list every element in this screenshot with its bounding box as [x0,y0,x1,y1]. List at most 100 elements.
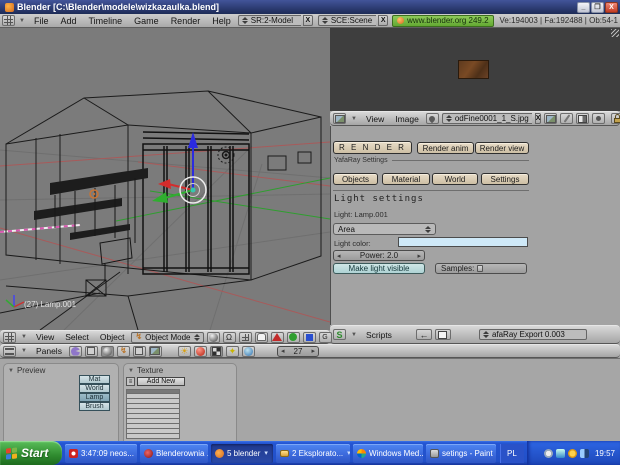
sub-radiosity-button[interactable]: ✦ [226,346,239,357]
header-collapse-icon[interactable]: ▼ [17,18,27,24]
new-window-button[interactable] [435,329,451,340]
image-close-button[interactable]: X [535,113,542,124]
restore-button[interactable]: ❐ [591,2,604,13]
sub-lamp-button[interactable]: ☀ [178,346,191,357]
light-type-dropdown[interactable]: Area [333,223,436,235]
3d-viewport-canvas[interactable] [0,28,330,330]
task-media-player[interactable]: Windows Med... [353,444,423,463]
pivot-dropdown[interactable]: Ω [223,332,236,343]
menu-view[interactable]: View [362,114,388,124]
render-button[interactable]: R E N D E R [333,141,412,154]
language-indicator[interactable]: PL [500,444,524,463]
slider-knob[interactable] [477,265,483,272]
area-resize-widget[interactable] [611,29,619,37]
menu-render[interactable]: Render [166,16,206,26]
editor-type-button[interactable] [3,346,16,357]
close-button[interactable]: X [605,2,618,13]
rotate-manipulator-button[interactable] [287,332,300,343]
tab-material[interactable]: Material [382,173,430,185]
context-shading-button[interactable] [101,346,114,357]
3d-viewport[interactable]: (27) Lamp.001 [0,28,330,330]
tab-world[interactable]: World [432,173,478,185]
texture-slot[interactable] [126,434,180,439]
tray-display-icon[interactable] [556,449,565,458]
screen-selector[interactable]: SR:2-Model [238,15,301,26]
sub-world-button[interactable] [242,346,255,357]
power-slider[interactable]: ◂ Power: 2.0 ▸ [333,250,425,261]
pin-button[interactable] [426,113,439,124]
scene-close-button[interactable]: X [378,15,388,26]
context-editing-button[interactable] [133,346,146,357]
snap-button[interactable] [239,332,252,343]
tab-objects[interactable]: Objects [333,173,378,185]
menu-image[interactable]: Image [391,114,423,124]
translate-manipulator-button[interactable] [271,332,284,343]
script-selector[interactable]: afaRay Export 0.003 [479,329,587,340]
task-blenderownia[interactable]: Blenderownia ... [140,444,208,463]
record-button[interactable] [592,113,605,124]
menu-panels[interactable]: Panels [32,346,66,356]
render-result-button[interactable] [576,113,589,124]
screen-close-button[interactable]: X [303,15,313,26]
manipulator-toggle[interactable] [255,332,268,343]
editor-type-button[interactable]: S [333,329,346,340]
editor-type-button[interactable] [2,15,15,26]
menu-add[interactable]: Add [55,16,81,26]
context-scene-button[interactable] [149,346,162,357]
preview-lamp-button[interactable]: Lamp [79,393,110,402]
header-collapse-icon[interactable]: ▼ [349,332,359,338]
scale-manipulator-button[interactable] [303,332,316,343]
tray-sun-icon[interactable] [568,449,577,458]
start-button[interactable]: Start [0,441,62,465]
loaded-image-thumbnail[interactable] [458,60,489,79]
scene-selector[interactable]: SCE:Scene [318,15,376,26]
preview-brush-button[interactable]: Brush [79,402,110,411]
menu-scripts[interactable]: Scripts [362,330,396,340]
image-selector[interactable]: odFine0001_1_S.jpg [442,113,532,124]
sub-texture-button[interactable] [210,346,223,357]
task-paint[interactable]: setings - Paint [426,444,496,463]
tab-settings[interactable]: Settings [481,173,529,185]
menu-file[interactable]: File [29,16,54,26]
draw-type-dropdown[interactable] [207,332,220,343]
editor-type-button[interactable] [333,113,346,124]
tray-network-icon[interactable] [580,449,589,458]
menu-view[interactable]: View [32,332,58,342]
menu-help[interactable]: Help [207,16,236,26]
lock-button[interactable] [611,113,620,124]
image-browse-button[interactable] [544,113,557,124]
texture-panel-header[interactable]: ▼ Texture [124,364,236,377]
render-anim-button[interactable]: Render anim [417,142,474,154]
task-clock-app[interactable]: 3:47:09 neos... [65,444,137,463]
paint-mode-button[interactable] [560,113,573,124]
group-expand-icon[interactable]: ▾ [347,449,350,457]
image-editor-viewport[interactable] [330,28,620,111]
menu-game[interactable]: Game [129,16,164,26]
minimize-button[interactable]: _ [577,2,590,13]
panel-collapse-icon[interactable]: ▼ [8,368,14,374]
header-collapse-icon[interactable]: ▼ [19,334,29,340]
context-object-button[interactable]: ↯ [117,346,130,357]
texture-menu-icon[interactable]: ≡ [126,377,135,386]
menu-object[interactable]: Object [96,332,129,342]
preview-world-button[interactable]: World [79,384,110,393]
sub-material-button[interactable] [194,346,207,357]
render-view-button[interactable]: Render view [475,142,529,154]
make-light-visible-toggle[interactable]: Make light visible [333,263,425,274]
group-expand-icon[interactable]: ▾ [264,449,268,457]
menu-select[interactable]: Select [61,332,93,342]
context-logic-button[interactable] [69,346,82,357]
preview-mat-button[interactable]: Mat [79,375,110,384]
orientation-dropdown[interactable]: G [319,332,332,343]
blender-version-badge[interactable]: www.blender.org 249.2 [392,15,493,27]
panel-collapse-icon[interactable]: ▼ [128,368,134,374]
header-collapse-icon[interactable]: ▼ [19,348,29,354]
frame-counter[interactable]: ◂ 27 ▸ [277,346,319,357]
light-color-swatch[interactable] [398,237,528,247]
task-explorer-group[interactable]: 2 Eksplorato... ▾ [276,444,350,463]
samples-slider[interactable]: Samples: 8 [435,263,527,274]
editor-type-button[interactable] [3,332,16,343]
context-script-button[interactable] [85,346,98,357]
back-button[interactable]: ← [416,329,432,340]
menu-timeline[interactable]: Timeline [83,16,127,26]
